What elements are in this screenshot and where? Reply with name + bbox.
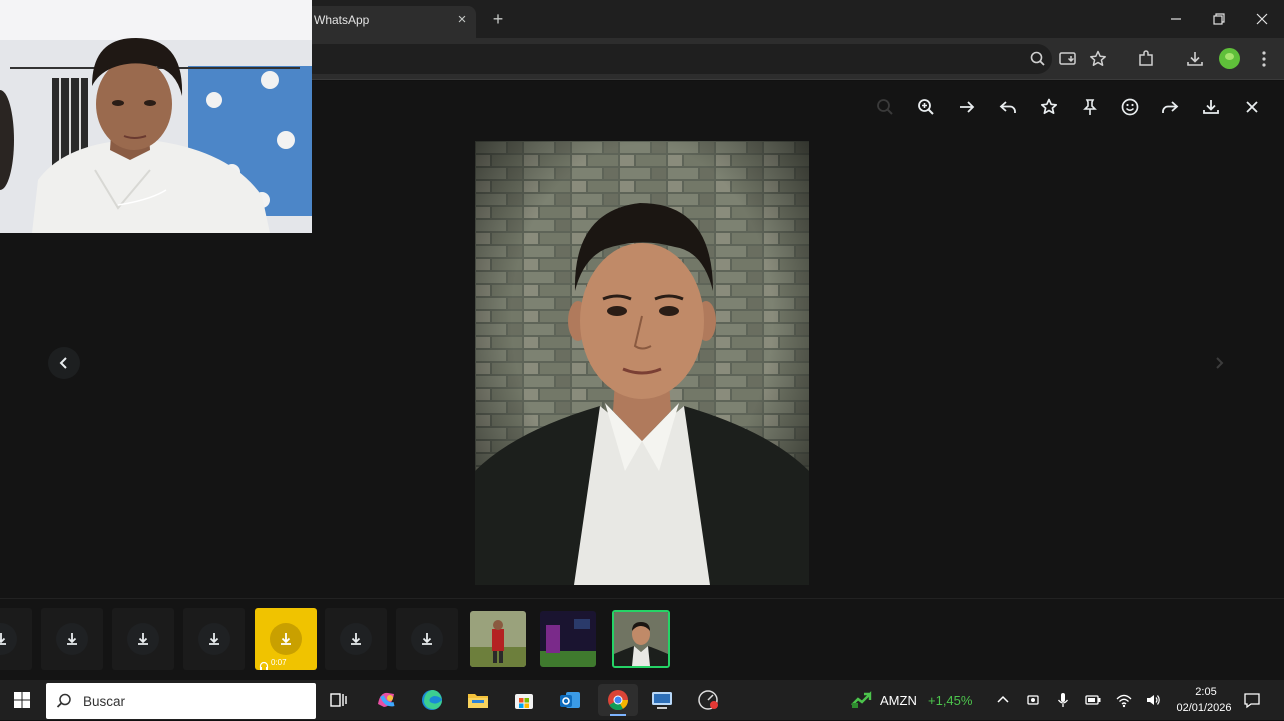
thumbnail-photo-item[interactable]	[540, 611, 596, 667]
webcam-overlay	[0, 0, 312, 233]
thumbnail-photo-item[interactable]	[470, 611, 526, 667]
clock-date[interactable]: 02/01/2026	[1170, 702, 1238, 714]
download-icon	[127, 623, 159, 655]
media-thumbnail-strip: 0:07	[0, 598, 1284, 680]
windows-start-icon[interactable]	[6, 684, 38, 716]
download-icon	[270, 623, 302, 655]
thumbnail-download-item[interactable]	[183, 608, 245, 670]
thumbnail-download-item[interactable]	[41, 608, 103, 670]
zoom-in-icon[interactable]	[915, 96, 937, 118]
battery-icon[interactable]	[1084, 691, 1102, 709]
task-view-icon[interactable]	[322, 684, 354, 716]
stock-symbol[interactable]: AMZN	[880, 693, 917, 708]
wifi-icon[interactable]	[1115, 691, 1133, 709]
extensions-icon[interactable]	[1135, 48, 1157, 70]
download-icon	[411, 623, 443, 655]
microphone-icon[interactable]	[1054, 691, 1072, 709]
edge-icon[interactable]	[416, 684, 448, 716]
menu-icon[interactable]	[1253, 48, 1275, 70]
star-icon[interactable]	[1038, 96, 1060, 118]
download-icon	[340, 623, 372, 655]
audio-duration: 0:07	[271, 658, 287, 667]
clock-time[interactable]: 2:05	[1174, 686, 1238, 698]
zoom-out-icon	[874, 96, 896, 118]
tab-title: WhatsApp	[314, 13, 370, 27]
zoom-icon[interactable]	[1027, 48, 1049, 70]
recorder-icon[interactable]	[692, 684, 724, 716]
download-icon[interactable]	[1200, 96, 1222, 118]
thumbnail-photo-item-selected[interactable]	[612, 610, 670, 668]
pin-icon[interactable]	[1079, 96, 1101, 118]
minimize-icon[interactable]	[1165, 8, 1187, 30]
search-icon	[55, 692, 73, 710]
stock-trend-icon[interactable]	[850, 691, 874, 709]
taskbar-search-box[interactable]: Buscar	[46, 683, 316, 719]
chrome-taskbar-icon[interactable]	[598, 684, 638, 716]
download-icon	[198, 623, 230, 655]
new-tab-button[interactable]: +	[488, 9, 508, 29]
thumbnail-download-item[interactable]	[112, 608, 174, 670]
download-icon	[56, 623, 88, 655]
thumbnail-download-item[interactable]	[0, 608, 32, 670]
windows-taskbar: Buscar AMZN +1,45% 2:05 02/01/2026	[0, 680, 1284, 720]
react-icon[interactable]	[1119, 96, 1141, 118]
thumbnail-download-item[interactable]	[396, 608, 458, 670]
headphones-icon	[259, 658, 269, 670]
go-to-message-icon[interactable]	[956, 96, 978, 118]
restore-icon[interactable]	[1208, 8, 1230, 30]
download-icon	[0, 623, 17, 655]
chevron-up-icon[interactable]	[994, 691, 1012, 709]
bookmark-star-icon[interactable]	[1087, 48, 1109, 70]
previous-media-button[interactable]	[48, 347, 80, 379]
microsoft-store-icon[interactable]	[508, 684, 540, 716]
window-close-icon[interactable]	[1251, 8, 1273, 30]
tab-whatsapp[interactable]: WhatsApp ×	[304, 6, 476, 38]
forward-icon[interactable]	[1159, 96, 1181, 118]
file-explorer-icon[interactable]	[462, 684, 494, 716]
tab-close-icon[interactable]: ×	[454, 12, 470, 28]
next-media-button[interactable]	[1203, 347, 1235, 379]
thumbnail-download-item[interactable]	[325, 608, 387, 670]
volume-icon[interactable]	[1144, 691, 1162, 709]
notifications-icon[interactable]	[1243, 691, 1261, 709]
address-bar[interactable]	[300, 44, 1052, 74]
outlook-icon[interactable]	[554, 684, 586, 716]
media-image[interactable]	[475, 141, 809, 585]
downloads-icon[interactable]	[1184, 48, 1206, 70]
install-app-icon[interactable]	[1057, 48, 1079, 70]
close-viewer-icon[interactable]	[1241, 96, 1263, 118]
stock-change[interactable]: +1,45%	[928, 693, 972, 708]
thumbnail-audio-item[interactable]: 0:07	[255, 608, 317, 670]
profile-avatar[interactable]	[1219, 48, 1240, 69]
remote-desktop-icon[interactable]	[646, 684, 678, 716]
search-placeholder: Buscar	[83, 694, 126, 709]
reply-icon[interactable]	[997, 96, 1019, 118]
copilot-icon[interactable]	[370, 684, 402, 716]
meet-now-icon[interactable]	[1024, 691, 1042, 709]
